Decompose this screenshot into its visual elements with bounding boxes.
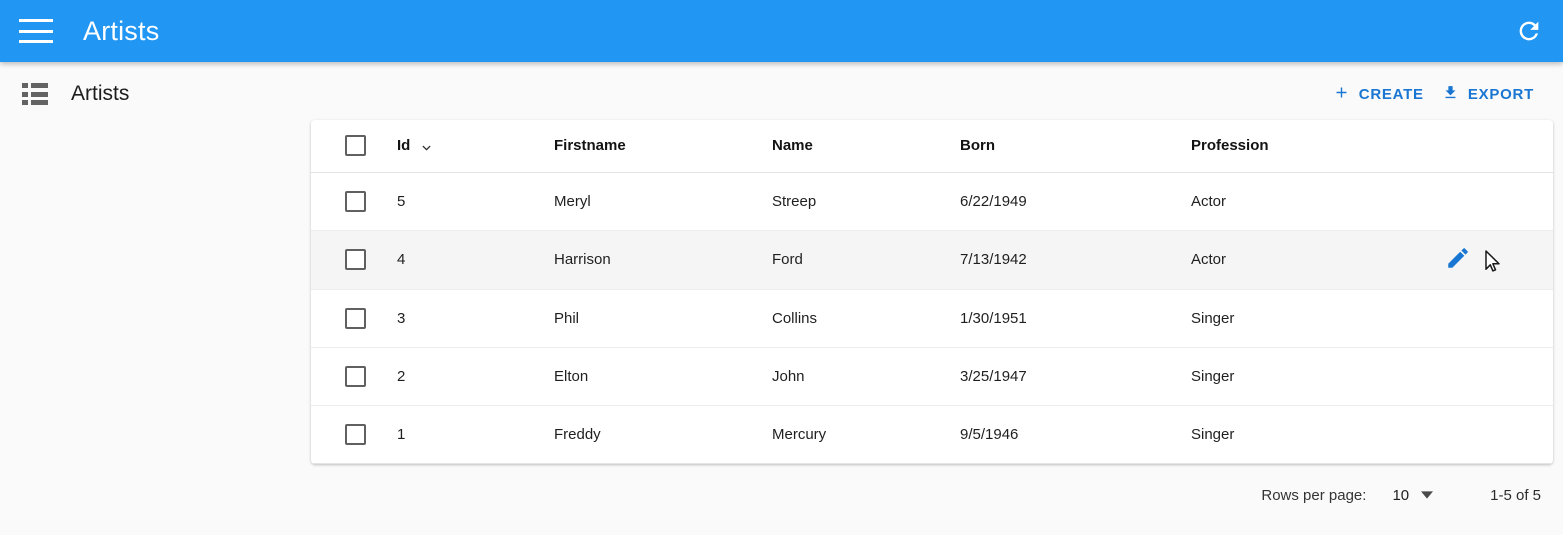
mouse-cursor xyxy=(1485,250,1502,278)
create-button-label: CREATE xyxy=(1359,86,1424,103)
cell-id: 1 xyxy=(397,405,554,463)
cell-profession: Singer xyxy=(1191,289,1423,347)
view-list-icon xyxy=(22,83,48,105)
row-actions-cell xyxy=(1423,230,1553,289)
cell-name: Streep xyxy=(772,172,960,230)
th-firstname-label: Firstname xyxy=(554,137,626,154)
caret-down-icon xyxy=(1421,489,1433,501)
row-checkbox[interactable] xyxy=(345,191,366,212)
cell-id: 4 xyxy=(397,230,554,289)
cell-name: Collins xyxy=(772,289,960,347)
row-select-cell xyxy=(311,172,397,230)
cell-id: 2 xyxy=(397,347,554,405)
cell-id: 3 xyxy=(397,289,554,347)
th-born-label: Born xyxy=(960,137,995,154)
row-actions-cell xyxy=(1423,289,1553,347)
rows-per-page-select[interactable]: 10 xyxy=(1392,487,1433,504)
table-paginator: Rows per page: 10 1-5 of 5 xyxy=(311,470,1553,520)
th-select-all xyxy=(311,120,397,172)
table-row[interactable]: 3PhilCollins1/30/1951Singer xyxy=(311,289,1553,347)
row-select-cell xyxy=(311,289,397,347)
row-checkbox[interactable] xyxy=(345,308,366,329)
hamburger-line xyxy=(19,40,53,43)
cell-profession: Singer xyxy=(1191,347,1423,405)
table-row[interactable]: 2EltonJohn3/25/1947Singer xyxy=(311,347,1553,405)
th-name-label: Name xyxy=(772,137,813,154)
plus-icon xyxy=(1333,84,1350,105)
edit-pencil-icon[interactable] xyxy=(1445,245,1471,275)
select-all-checkbox[interactable] xyxy=(345,135,366,156)
cell-born: 1/30/1951 xyxy=(960,289,1191,347)
th-profession-label: Profession xyxy=(1191,137,1269,154)
refresh-icon[interactable] xyxy=(1509,11,1549,51)
cell-firstname: Meryl xyxy=(554,172,772,230)
row-actions-cell xyxy=(1423,347,1553,405)
row-checkbox[interactable] xyxy=(345,424,366,445)
toolbar-actions: CREATE EXPORT xyxy=(1324,76,1543,113)
table-row[interactable]: 4HarrisonFord7/13/1942Actor xyxy=(311,230,1553,289)
cell-firstname: Elton xyxy=(554,347,772,405)
table-row[interactable]: 1FreddyMercury9/5/1946Singer xyxy=(311,405,1553,463)
hamburger-menu-icon[interactable] xyxy=(19,19,53,43)
cell-born: 6/22/1949 xyxy=(960,172,1191,230)
cell-name: John xyxy=(772,347,960,405)
hamburger-line xyxy=(19,19,53,22)
th-profession[interactable]: Profession xyxy=(1191,120,1423,172)
pagination-range-label: 1-5 of 5 xyxy=(1490,487,1541,504)
th-id[interactable]: Id xyxy=(397,120,554,172)
cell-firstname: Harrison xyxy=(554,230,772,289)
list-icon-row xyxy=(22,83,48,88)
row-actions-cell xyxy=(1423,172,1553,230)
row-select-cell xyxy=(311,405,397,463)
export-button-label: EXPORT xyxy=(1468,86,1534,103)
list-icon-row xyxy=(22,100,48,105)
th-id-label: Id xyxy=(397,137,410,154)
table-row[interactable]: 5MerylStreep6/22/1949Actor xyxy=(311,172,1553,230)
cell-born: 3/25/1947 xyxy=(960,347,1191,405)
cell-firstname: Freddy xyxy=(554,405,772,463)
table-header: Id Firstname Name Born Profession xyxy=(311,120,1553,172)
row-checkbox[interactable] xyxy=(345,366,366,387)
cell-name: Mercury xyxy=(772,405,960,463)
cell-born: 9/5/1946 xyxy=(960,405,1191,463)
download-icon xyxy=(1442,84,1459,105)
th-firstname[interactable]: Firstname xyxy=(554,120,772,172)
page-subheader: Artists CREATE EXPORT xyxy=(0,62,1563,126)
cell-firstname: Phil xyxy=(554,289,772,347)
row-checkbox[interactable] xyxy=(345,249,366,270)
row-actions-cell xyxy=(1423,405,1553,463)
table-header-row: Id Firstname Name Born Profession xyxy=(311,120,1553,172)
hamburger-line xyxy=(19,30,53,33)
app-title: Artists xyxy=(83,16,159,47)
artists-table-card: Id Firstname Name Born Profession xyxy=(311,120,1553,464)
create-button[interactable]: CREATE xyxy=(1324,76,1433,113)
cell-profession: Actor xyxy=(1191,230,1423,289)
cell-born: 7/13/1942 xyxy=(960,230,1191,289)
th-name[interactable]: Name xyxy=(772,120,960,172)
list-icon-row xyxy=(22,92,48,97)
refresh-glyph xyxy=(1515,17,1543,45)
artists-table: Id Firstname Name Born Profession xyxy=(311,120,1553,464)
arrow-down-icon xyxy=(419,138,434,153)
row-select-cell xyxy=(311,347,397,405)
table-body: 5MerylStreep6/22/1949Actor4HarrisonFord7… xyxy=(311,172,1553,463)
cell-name: Ford xyxy=(772,230,960,289)
rows-per-page-value: 10 xyxy=(1392,487,1409,504)
th-actions xyxy=(1423,120,1553,172)
rows-per-page-label: Rows per page: xyxy=(1261,487,1366,504)
cell-profession: Actor xyxy=(1191,172,1423,230)
app-bar: Artists xyxy=(0,0,1563,62)
page-title: Artists xyxy=(71,82,129,106)
cell-id: 5 xyxy=(397,172,554,230)
export-button[interactable]: EXPORT xyxy=(1433,76,1543,113)
row-actions xyxy=(1423,231,1553,289)
row-select-cell xyxy=(311,230,397,289)
cell-profession: Singer xyxy=(1191,405,1423,463)
th-born[interactable]: Born xyxy=(960,120,1191,172)
